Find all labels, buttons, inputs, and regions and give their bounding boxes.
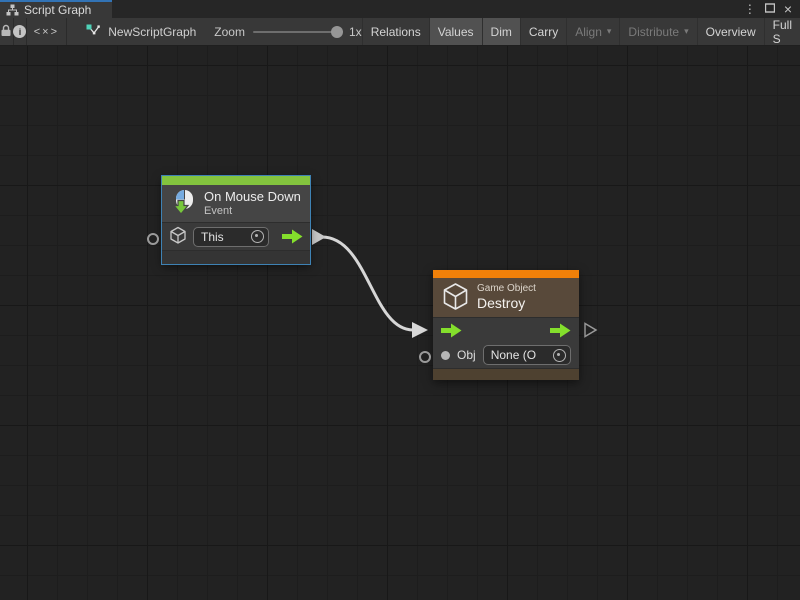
fullscreen-label: Full S [773, 18, 792, 46]
info-icon: i [13, 25, 26, 38]
script-graph-asset-icon [86, 24, 101, 40]
title-bar: Script Graph ⋮ × [0, 0, 800, 18]
event-node-footer [162, 251, 310, 264]
action-node-destroy[interactable]: Game Object Destroy Obj None (O [433, 270, 579, 380]
window-controls: ⋮ × [744, 0, 800, 18]
obj-value-port[interactable] [441, 351, 450, 360]
target-field[interactable]: This [193, 227, 269, 247]
action-node-title: Destroy [477, 295, 536, 313]
action-output-flow-port[interactable] [550, 323, 571, 338]
zoom-control: Zoom 1x [214, 18, 361, 45]
graph-toolbar: i <×> NewScriptGraph Zoom 1x R [0, 18, 800, 46]
overview-label: Overview [706, 25, 756, 39]
graph-hierarchy-icon [6, 4, 19, 16]
zoom-slider[interactable] [253, 31, 341, 33]
distribute-dropdown[interactable]: Distribute ▾ [619, 18, 696, 45]
event-node-subtitle: Event [204, 205, 301, 219]
action-node-flow-row [433, 318, 579, 342]
event-node-accent-strip [162, 176, 310, 185]
lock-icon [0, 24, 12, 40]
flow-wire [322, 237, 413, 330]
tab-title: Script Graph [24, 3, 91, 17]
toolbar-toggle-group: Relations Values Dim Carry Align ▾ Distr… [362, 18, 800, 45]
obj-label: Obj [457, 348, 476, 362]
maximize-icon[interactable] [765, 0, 775, 18]
action-node-group-label: Game Object [477, 283, 536, 296]
mouse-down-icon [171, 189, 196, 219]
overview-button[interactable]: Overview [697, 18, 764, 45]
zoom-label: Zoom [214, 25, 245, 39]
target-field-value: This [201, 230, 224, 244]
relations-button[interactable]: Relations [362, 18, 429, 45]
toolbar-separator [66, 18, 67, 45]
align-dropdown[interactable]: Align ▾ [566, 18, 619, 45]
action-node-obj-row: Obj None (O [433, 342, 579, 368]
code-toggle-button[interactable]: <×> [27, 18, 66, 45]
chevron-down-icon: ▾ [684, 27, 689, 36]
carry-label: Carry [529, 25, 558, 39]
graph-name-label: NewScriptGraph [108, 25, 196, 39]
carry-button[interactable]: Carry [520, 18, 566, 45]
obj-field[interactable]: None (O [483, 345, 571, 365]
object-picker-icon[interactable] [251, 230, 264, 243]
event-output-connector-triangle[interactable] [312, 229, 326, 245]
values-label: Values [438, 25, 474, 39]
info-button[interactable]: i [13, 18, 26, 45]
window-menu-icon[interactable]: ⋮ [744, 3, 756, 15]
close-icon[interactable]: × [784, 2, 792, 16]
event-node-target-row: This [162, 223, 310, 251]
event-output-flow-port[interactable] [282, 229, 303, 244]
event-node-header[interactable]: On Mouse Down Event [162, 185, 310, 223]
script-graph-window: Script Graph ⋮ × i <×> [0, 0, 800, 600]
obj-field-value: None (O [491, 348, 536, 362]
action-obj-input-port[interactable] [419, 351, 431, 363]
action-node-footer [433, 368, 579, 380]
game-object-cube-icon [169, 226, 187, 248]
event-node-on-mouse-down[interactable]: On Mouse Down Event This [162, 176, 310, 264]
zoom-slider-thumb[interactable] [331, 26, 343, 38]
values-button[interactable]: Values [429, 18, 482, 45]
event-node-title: On Mouse Down [204, 189, 301, 205]
align-label: Align [575, 25, 602, 39]
dim-label: Dim [491, 25, 512, 39]
chevron-down-icon: ▾ [607, 27, 612, 36]
tab-script-graph[interactable]: Script Graph [0, 0, 112, 18]
fullscreen-button[interactable]: Full S [764, 18, 800, 45]
event-target-input-port[interactable] [147, 233, 159, 245]
action-output-connector-triangle[interactable] [585, 324, 596, 337]
relations-label: Relations [371, 25, 421, 39]
connection-wire-layer [0, 46, 800, 600]
lock-button[interactable] [0, 18, 13, 45]
action-node-header[interactable]: Game Object Destroy [433, 278, 579, 318]
distribute-label: Distribute [628, 25, 679, 39]
action-node-accent-strip [433, 270, 579, 278]
game-object-cube-icon [442, 282, 469, 314]
dim-button[interactable]: Dim [482, 18, 520, 45]
graph-reference[interactable]: NewScriptGraph [86, 18, 196, 45]
zoom-value: 1x [349, 25, 362, 39]
wire-arrowhead-icon [412, 322, 428, 338]
object-picker-icon[interactable] [553, 349, 566, 362]
action-input-flow-port[interactable] [441, 323, 462, 338]
graph-canvas[interactable]: On Mouse Down Event This [0, 46, 800, 600]
